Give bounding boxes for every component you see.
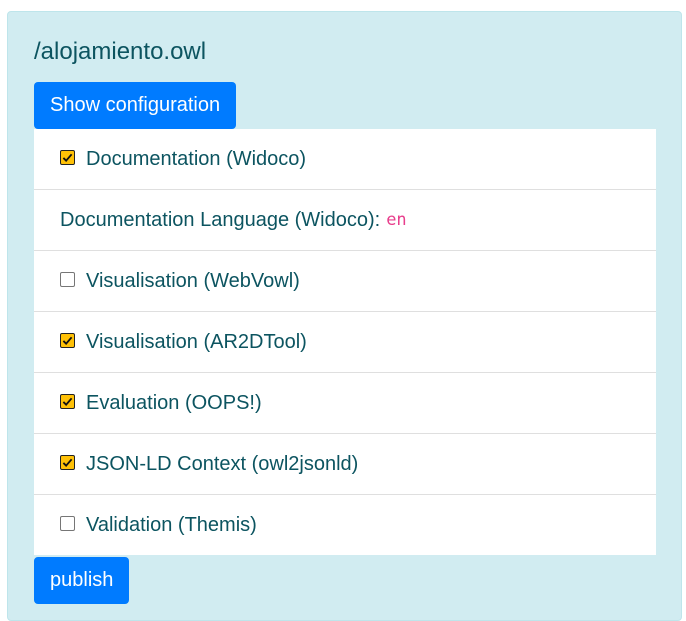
check-icon bbox=[62, 397, 73, 406]
visualisation-ar2dtool-label: Visualisation (AR2DTool) bbox=[86, 330, 307, 353]
validation-themis-checkbox[interactable] bbox=[60, 515, 75, 531]
check-icon bbox=[62, 458, 73, 467]
validation-themis-label: Validation (Themis) bbox=[86, 513, 257, 536]
list-item-validation-themis[interactable]: Validation (Themis) bbox=[34, 494, 656, 555]
ontology-title: /alojamiento.owl bbox=[34, 38, 207, 65]
evaluation-oops-label: Evaluation (OOPS!) bbox=[86, 391, 262, 414]
visualisation-webvowl-checkbox[interactable] bbox=[60, 271, 75, 287]
list-item-documentation-widoco[interactable]: Documentation (Widoco) bbox=[34, 129, 656, 189]
documentation-widoco-checkbox[interactable] bbox=[60, 149, 75, 165]
documentation-language-label: Documentation Language (Widoco): bbox=[60, 208, 381, 231]
check-icon bbox=[62, 153, 73, 162]
jsonld-context-checkbox[interactable] bbox=[60, 454, 75, 470]
documentation-widoco-label: Documentation (Widoco) bbox=[86, 147, 307, 170]
list-item-visualisation-webvowl[interactable]: Visualisation (WebVowl) bbox=[34, 250, 656, 311]
jsonld-context-label: JSON-LD Context (owl2jsonld) bbox=[86, 452, 359, 475]
evaluation-oops-checkbox[interactable] bbox=[60, 393, 75, 409]
list-item-documentation-language: Documentation Language (Widoco): en bbox=[34, 189, 656, 250]
show-configuration-button[interactable]: Show configuration bbox=[34, 82, 237, 129]
list-item-evaluation-oops[interactable]: Evaluation (OOPS!) bbox=[34, 372, 656, 433]
visualisation-ar2dtool-checkbox[interactable] bbox=[60, 332, 75, 348]
check-icon bbox=[62, 336, 73, 345]
publish-button[interactable]: publish bbox=[34, 557, 130, 604]
list-item-jsonld-context[interactable]: JSON-LD Context (owl2jsonld) bbox=[34, 433, 656, 494]
list-item-visualisation-ar2dtool[interactable]: Visualisation (AR2DTool) bbox=[34, 311, 656, 372]
documentation-language-value: en bbox=[386, 210, 407, 230]
options-list: Documentation (Widoco) Documentation Lan… bbox=[34, 129, 656, 555]
visualisation-webvowl-label: Visualisation (WebVowl) bbox=[86, 269, 300, 292]
ontology-card: /alojamiento.owl Show configuration Docu… bbox=[7, 11, 682, 621]
